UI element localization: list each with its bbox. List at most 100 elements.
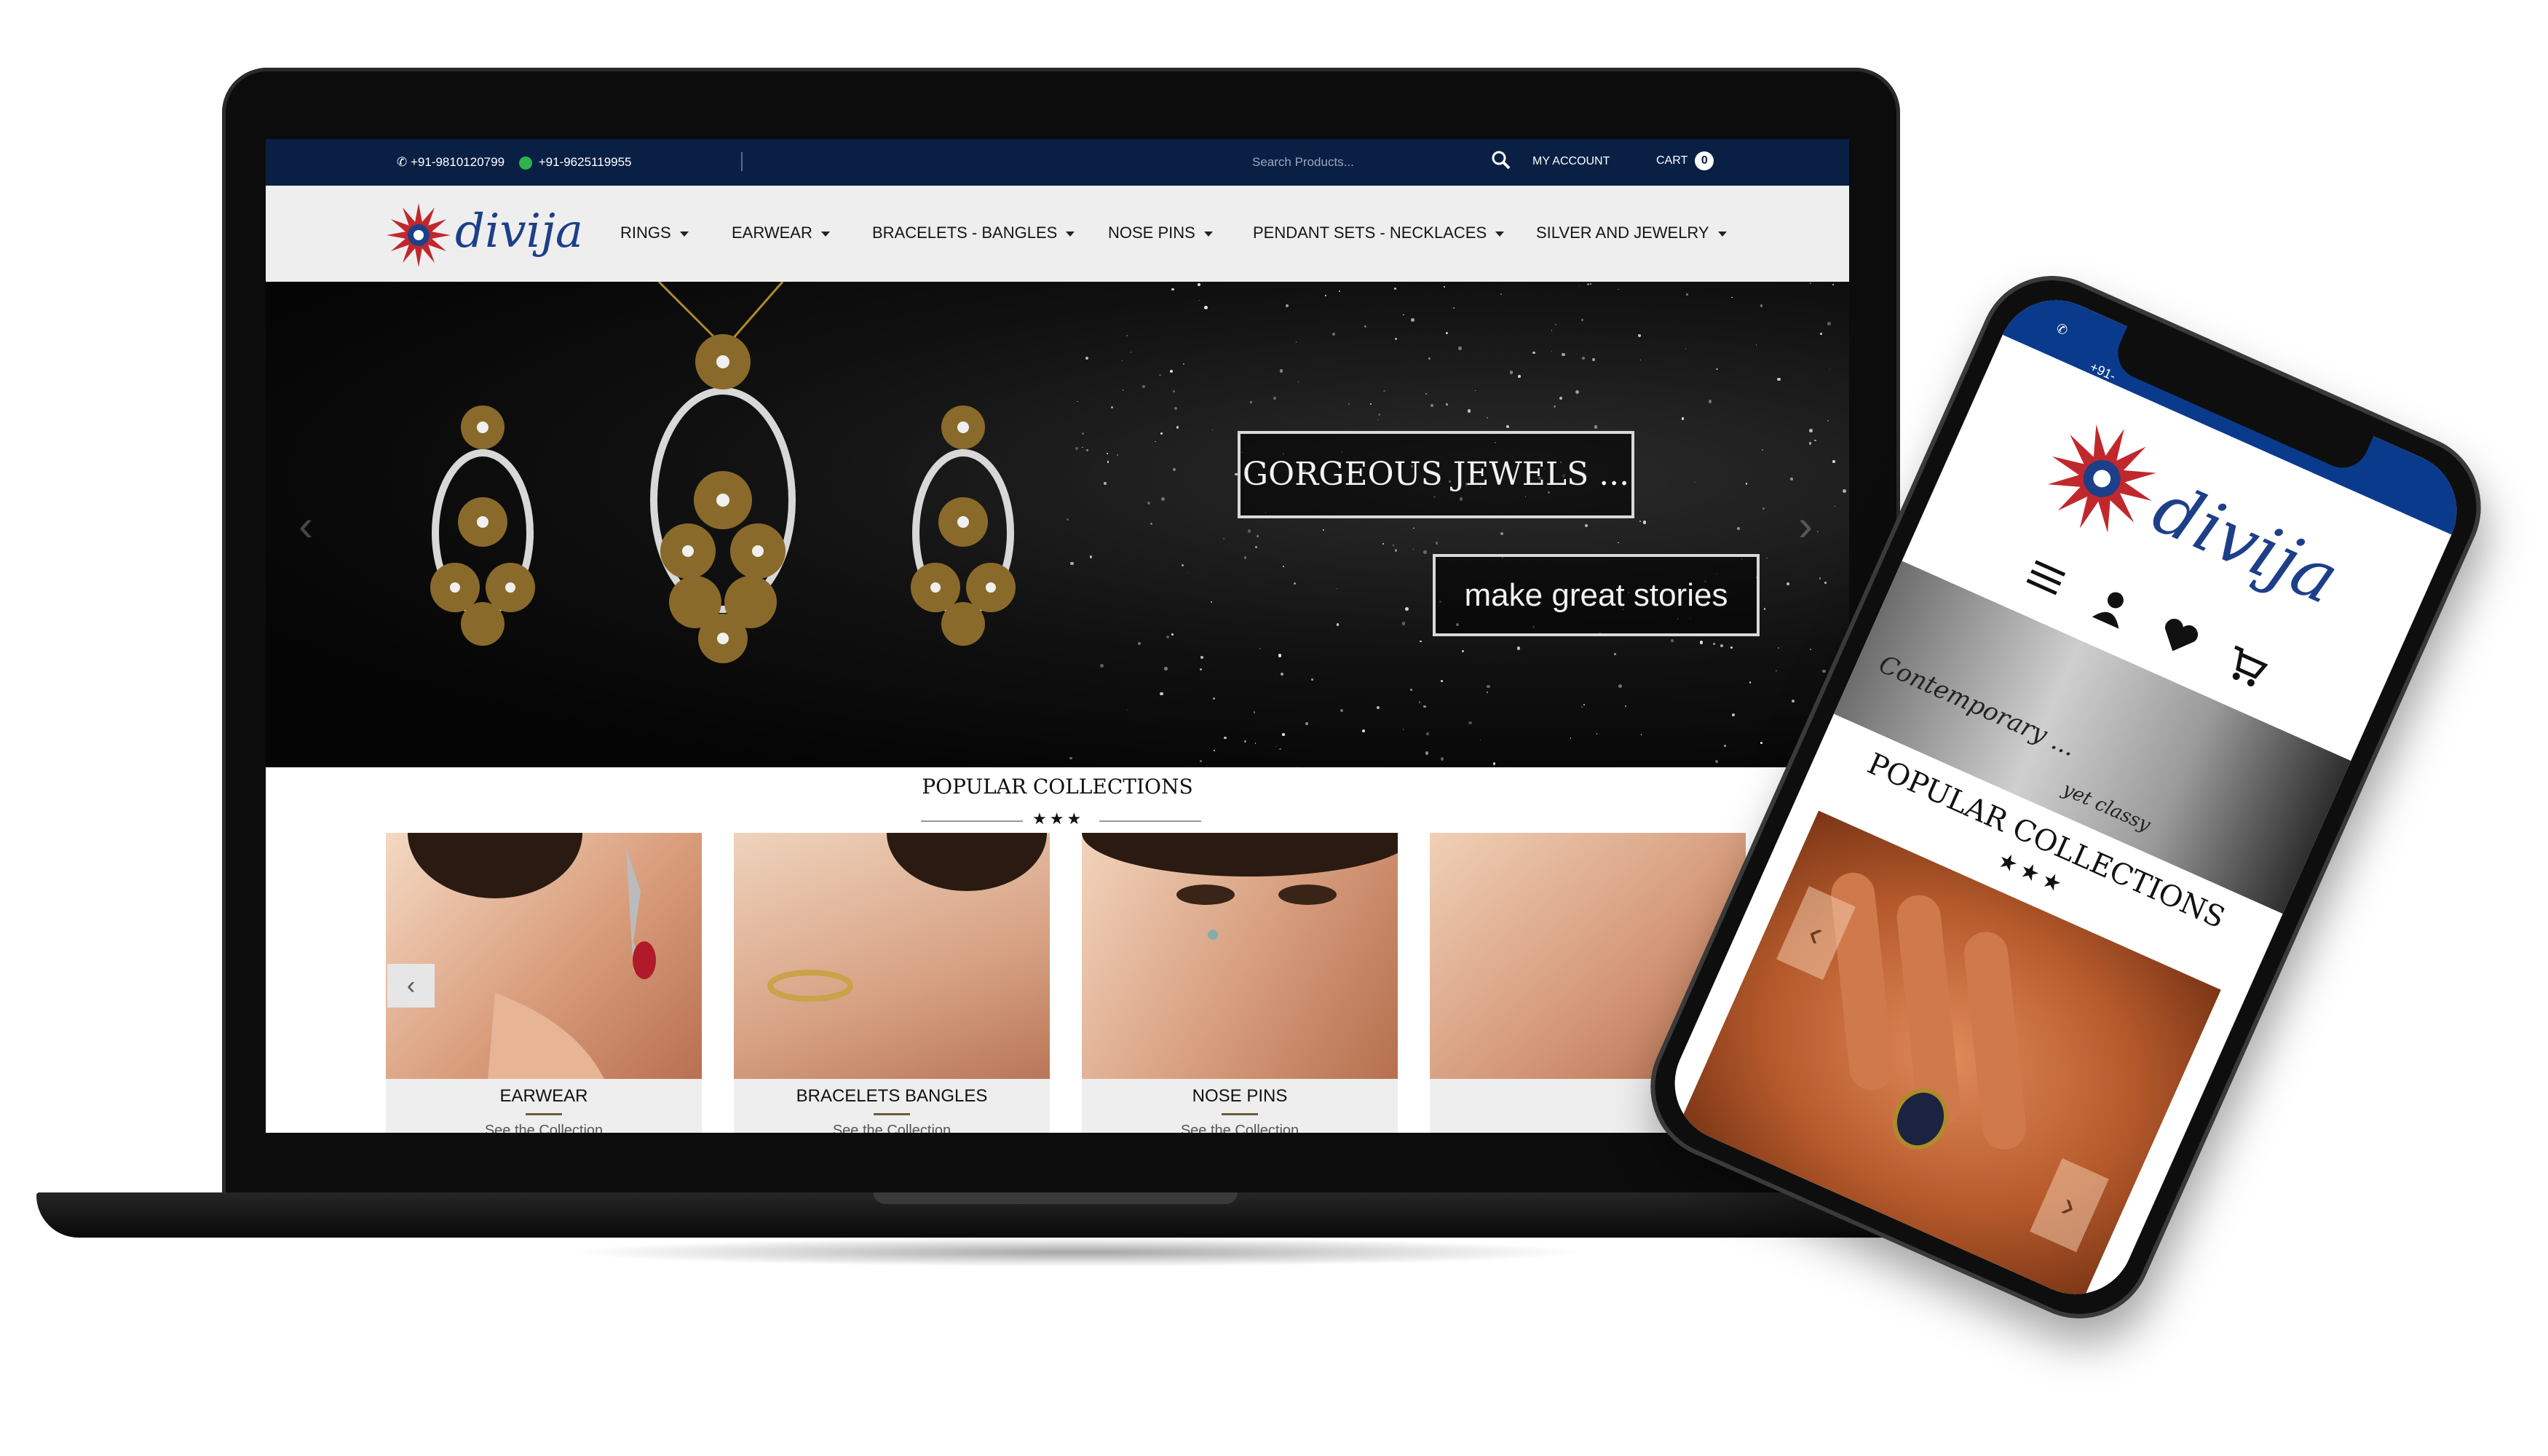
sparkle-dot	[1200, 760, 1202, 763]
sparkle-dot	[1824, 581, 1827, 584]
logo-flower-icon	[387, 203, 451, 267]
user-icon[interactable]	[2084, 578, 2141, 636]
nav-nose-pins[interactable]: NOSE PINS	[1108, 223, 1213, 242]
bracelets-image	[734, 833, 1050, 1079]
carousel-prev-arrow[interactable]: ‹	[387, 964, 435, 1008]
sparkle-dot	[1081, 432, 1085, 435]
chevron-down-icon	[679, 231, 689, 237]
sparkle-dot	[1100, 664, 1104, 668]
sparkle-dot	[1685, 293, 1688, 296]
hero-prev-arrow[interactable]: ‹	[298, 500, 313, 550]
sparkle-dot	[1348, 403, 1350, 405]
search-icon[interactable]	[1491, 150, 1511, 174]
sparkle-dot	[1160, 432, 1163, 435]
phone-contact[interactable]: ✆ +91-9810120799	[397, 155, 505, 170]
sparkle-dot	[1642, 521, 1647, 524]
sparkle-dot	[1827, 322, 1831, 325]
nav-rings[interactable]: RINGS	[620, 223, 689, 242]
sparkle-dot	[1210, 601, 1212, 603]
sparkle-dot	[1592, 358, 1595, 361]
sparkle-dot	[1243, 556, 1247, 559]
hero-headline: GORGEOUS JEWELS ...	[1238, 431, 1634, 518]
sparkle-dot	[1445, 332, 1448, 335]
sparkle-dot	[1509, 371, 1514, 374]
divider	[874, 1113, 910, 1115]
sparkle-dot	[1075, 446, 1079, 450]
hero-next-arrow[interactable]: ›	[1798, 500, 1813, 550]
sparkle-dot	[1254, 742, 1257, 744]
sparkle-dot	[1130, 351, 1132, 353]
menu-icon[interactable]	[2017, 548, 2075, 606]
sparkle-dot	[1279, 748, 1282, 751]
sparkle-dot	[1082, 446, 1083, 448]
sparkle-dot	[1160, 692, 1163, 695]
cart-link[interactable]: CART 0	[1656, 151, 1714, 170]
hero-banner: ‹ › GORGEOUS JEWELS ... make great stori…	[266, 282, 1849, 767]
sparkle-dot	[1279, 369, 1283, 373]
sparkle-dot	[1681, 417, 1685, 420]
sparkle-dot	[1159, 373, 1161, 376]
sparkle-dot	[1842, 488, 1846, 493]
sparkle-dot	[1393, 287, 1397, 290]
sparkle-dot	[1126, 709, 1128, 711]
sparkle-dot	[1506, 425, 1509, 429]
popular-collections: POPULAR COLLECTIONS ★★★ EARWEAR See the …	[266, 767, 1849, 1133]
sparkle-dot	[1562, 352, 1565, 357]
sparkle-dot	[1720, 644, 1723, 648]
sparkle-dot	[1204, 306, 1208, 310]
divider	[741, 152, 743, 171]
mobile-phone-contact[interactable]: ✆ +91-9810120799	[2054, 320, 2154, 416]
sparkle-dot	[1467, 409, 1471, 413]
sparkle-dot	[1487, 417, 1489, 419]
sparkle-dot	[1125, 335, 1128, 336]
sparkle-dot	[1580, 705, 1583, 708]
brand-logo[interactable]: divija	[382, 199, 583, 272]
sparkle-dot	[1639, 521, 1642, 523]
sparkle-dot	[1639, 359, 1642, 361]
my-account-link[interactable]: MY ACCOUNT	[1532, 155, 1610, 168]
sparkle-dot	[1280, 673, 1283, 676]
sparkle-dot	[1403, 314, 1404, 316]
collection-card-bracelets-bangles[interactable]: BRACELETS BANGLES See the Collection	[734, 833, 1050, 1133]
nav-silver-jewelry[interactable]: SILVER AND JEWELRY	[1536, 223, 1727, 242]
sparkle-dot	[1085, 448, 1088, 451]
sparkle-dot	[1500, 293, 1503, 296]
sparkle-dot	[1256, 535, 1259, 538]
sparkle-dot	[1244, 740, 1246, 743]
nav-pendant-sets[interactable]: PENDANT SETS - NECKLACES	[1253, 223, 1505, 242]
heart-icon[interactable]	[2151, 608, 2208, 665]
sparkle-dot	[1171, 288, 1174, 291]
sparkle-dot	[1580, 319, 1583, 322]
cart-icon[interactable]	[2217, 637, 2274, 695]
sparkle-dot	[1198, 299, 1200, 301]
collection-card-nose-pins[interactable]: NOSE PINS See the Collection	[1082, 833, 1398, 1133]
sparkle-dot	[1736, 526, 1740, 531]
sparkle-dot	[1760, 742, 1762, 744]
sparkle-dot	[1409, 689, 1412, 692]
nav-bracelets-bangles[interactable]: BRACELETS - BANGLES	[872, 223, 1075, 242]
sparkle-dot	[1404, 607, 1409, 612]
sparkle-dot	[1713, 642, 1716, 645]
sparkle-dot	[1214, 749, 1216, 751]
sparkle-dot	[1810, 282, 1812, 285]
sparkle-dot	[1370, 403, 1372, 405]
sparkle-dot	[1171, 633, 1174, 636]
sparkle-dot	[1440, 679, 1443, 683]
nose-pins-image	[1082, 833, 1398, 1079]
sparkle-dot	[1827, 420, 1829, 422]
sparkle-dot	[1492, 762, 1496, 765]
sparkle-dot	[1670, 639, 1674, 642]
whatsapp-contact[interactable]: +91-9625119955	[519, 155, 632, 170]
sparkle-dot	[1142, 384, 1146, 388]
sparkle-dot	[1377, 419, 1379, 421]
search-input[interactable]: Search Products...	[1252, 155, 1354, 170]
chevron-down-icon	[1495, 231, 1505, 237]
sparkle-dot	[1817, 531, 1819, 533]
sparkle-dot	[1425, 393, 1428, 395]
sparkle-dot	[1382, 542, 1385, 545]
nav-earwear[interactable]: EARWEAR	[732, 223, 830, 242]
jewelry-image	[430, 282, 1016, 663]
sparkle-dot	[1832, 284, 1834, 285]
sparkle-dot	[1749, 681, 1752, 684]
sparkle-dot	[1516, 646, 1521, 651]
